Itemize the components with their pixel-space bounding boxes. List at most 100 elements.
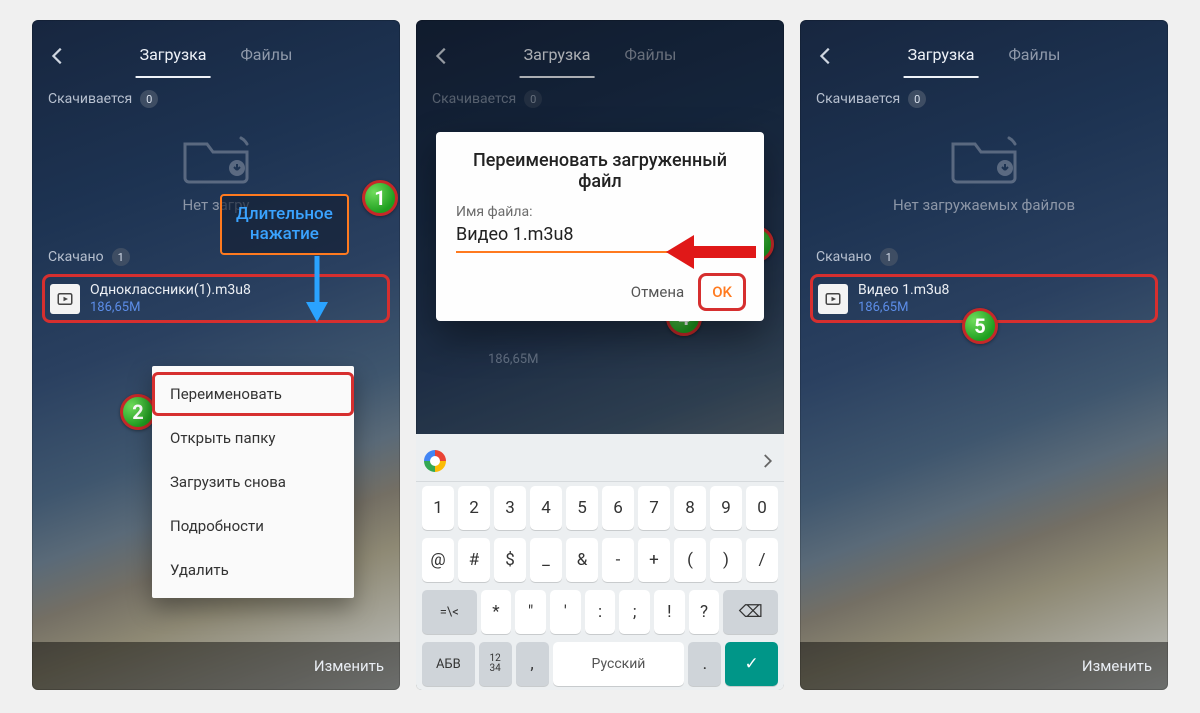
chevron-left-icon: [815, 45, 837, 67]
rename-dialog: Переименовать загруженный файл Имя файла…: [436, 132, 764, 321]
ctx-delete[interactable]: Удалить: [152, 548, 354, 592]
downloaded-count: 1: [880, 248, 898, 266]
chevron-left-icon: [47, 45, 69, 67]
key-+[interactable]: +: [638, 538, 670, 582]
ctx-open-folder[interactable]: Открыть папку: [152, 416, 354, 460]
downloading-count: 0: [140, 90, 158, 108]
key-2[interactable]: 2: [458, 486, 490, 530]
downloading-count: 0: [908, 90, 926, 108]
key-:[interactable]: :: [585, 590, 616, 634]
suggestion-bar: [416, 440, 784, 482]
key-7[interactable]: 7: [638, 486, 670, 530]
empty-state: Нет загружаемых файлов: [800, 112, 1168, 236]
tab-files[interactable]: Файлы: [1004, 45, 1064, 78]
key-#[interactable]: #: [458, 538, 490, 582]
back-button[interactable]: [36, 34, 80, 78]
edit-button[interactable]: Изменить: [1082, 657, 1152, 675]
section-downloading: Скачивается 0: [32, 78, 400, 112]
key-space[interactable]: Русский: [553, 642, 685, 686]
key-shift[interactable]: =\<: [422, 590, 477, 634]
key-/[interactable]: /: [746, 538, 778, 582]
hint-line1: Длительное: [236, 204, 333, 224]
key-8[interactable]: 8: [674, 486, 706, 530]
tab-download[interactable]: Загрузка: [904, 45, 979, 78]
dialog-cancel-button[interactable]: Отмена: [619, 275, 696, 309]
ctx-details[interactable]: Подробности: [152, 504, 354, 548]
key-![interactable]: !: [654, 590, 685, 634]
file-item[interactable]: Одноклассники(1).m3u8 186,65M: [44, 276, 388, 321]
key-0[interactable]: 0: [746, 486, 778, 530]
key-5[interactable]: 5: [566, 486, 598, 530]
section-downloaded: Скачано 1: [800, 236, 1168, 270]
edit-button[interactable]: Изменить: [314, 657, 384, 675]
section-downloading-label: Скачивается: [816, 91, 900, 107]
context-menu: Переименовать Открыть папку Загрузить сн…: [152, 366, 354, 598]
key-$[interactable]: $: [494, 538, 526, 582]
screen-3: Загрузка Файлы Скачивается 0 Нет загружа…: [800, 20, 1168, 690]
top-bar: Загрузка Файлы: [32, 20, 400, 78]
downloaded-count: 1: [112, 248, 130, 266]
on-screen-keyboard: 1234567890 @#$_&-+()/ =\< *"':;!? ⌫ АБВ …: [416, 434, 784, 690]
keyboard-row-3: =\< *"':;!? ⌫: [416, 586, 784, 638]
key-mode-num[interactable]: 12 34: [479, 642, 512, 686]
folder-download-icon: [947, 130, 1021, 184]
hint-line2: нажатие: [236, 224, 333, 244]
video-file-icon: [50, 284, 80, 314]
key-?[interactable]: ?: [689, 590, 720, 634]
ctx-rename[interactable]: Переименовать: [152, 372, 354, 416]
key-9[interactable]: 9: [710, 486, 742, 530]
keyboard-row-2: @#$_&-+()/: [416, 534, 784, 586]
key-backspace[interactable]: ⌫: [723, 590, 778, 634]
ctx-reload[interactable]: Загрузить снова: [152, 460, 354, 504]
step-badge-2: 2: [120, 394, 156, 430]
footer-bar: Изменить: [32, 642, 400, 690]
section-downloaded-label: Скачано: [48, 249, 104, 265]
key-&[interactable]: &: [566, 538, 598, 582]
file-size: 186,65M: [858, 300, 949, 315]
key-@[interactable]: @: [422, 538, 454, 582]
arrow-left-icon: [666, 235, 756, 269]
section-downloading-label: Скачивается: [48, 91, 132, 107]
key--[interactable]: -: [602, 538, 634, 582]
key-enter[interactable]: ✓: [725, 642, 778, 686]
key-"[interactable]: ": [515, 590, 546, 634]
key-;[interactable]: ;: [619, 590, 650, 634]
key-'[interactable]: ': [550, 590, 581, 634]
tab-download[interactable]: Загрузка: [136, 45, 211, 78]
screen-2: Загрузка Файлы Скачивается 0 186,65M Пер…: [416, 20, 784, 690]
screen-1: Загрузка Файлы Скачивается 0 Нет загру С…: [32, 20, 400, 690]
section-downloaded-label: Скачано: [816, 249, 872, 265]
video-file-icon: [818, 284, 848, 314]
key-comma[interactable]: ,: [516, 642, 549, 686]
google-icon[interactable]: [424, 450, 446, 472]
key-)[interactable]: ): [710, 538, 742, 582]
key-*[interactable]: *: [481, 590, 512, 634]
footer-bar: Изменить: [800, 642, 1168, 690]
folder-download-icon: [179, 130, 253, 184]
file-size: 186,65M: [90, 300, 251, 315]
hint-long-press: Длительное нажатие: [220, 194, 349, 255]
key-3[interactable]: 3: [494, 486, 526, 530]
empty-text: Нет загружаемых файлов: [893, 196, 1075, 214]
key-4[interactable]: 4: [530, 486, 562, 530]
file-name: Видео 1.m3u8: [858, 282, 949, 298]
key-([interactable]: (: [674, 538, 706, 582]
step-badge-5: 5: [962, 308, 998, 344]
dialog-title: Переименовать загруженный файл: [456, 150, 744, 192]
tab-files[interactable]: Файлы: [236, 45, 296, 78]
step-badge-1: 1: [362, 180, 398, 216]
key-mode-abc[interactable]: АБВ: [422, 642, 475, 686]
top-bar: Загрузка Файлы: [800, 20, 1168, 78]
arrow-down-icon: [302, 256, 332, 326]
chevron-right-icon[interactable]: [758, 452, 776, 470]
keyboard-row-3-mid: *"':;!?: [481, 590, 720, 634]
key-1[interactable]: 1: [422, 486, 454, 530]
back-button[interactable]: [804, 34, 848, 78]
key-period[interactable]: .: [688, 642, 721, 686]
keyboard-row-4: АБВ 12 34 , Русский . ✓: [416, 638, 784, 690]
key-6[interactable]: 6: [602, 486, 634, 530]
key-_[interactable]: _: [530, 538, 562, 582]
dialog-field-label: Имя файла:: [456, 204, 744, 220]
section-downloading: Скачивается 0: [800, 78, 1168, 112]
dialog-ok-button[interactable]: OK: [700, 275, 744, 309]
